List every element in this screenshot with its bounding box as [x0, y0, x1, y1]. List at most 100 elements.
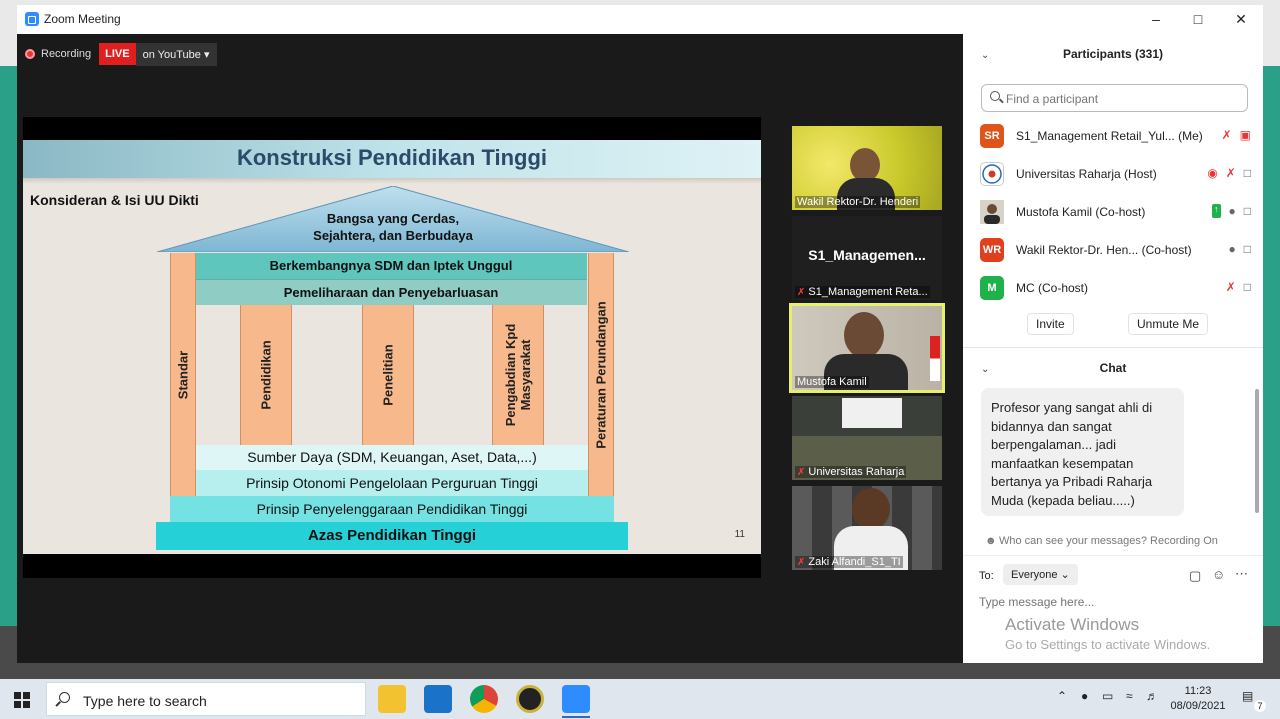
- file-icon[interactable]: ▢: [1189, 568, 1201, 584]
- activate-windows-subtitle: Go to Settings to activate Windows.: [1005, 637, 1211, 652]
- who-can-see-link[interactable]: Who can see your messages? Recording On: [999, 535, 1218, 547]
- recording-label: Recording: [41, 48, 92, 60]
- person-head: [852, 488, 890, 530]
- taskbar-search[interactable]: Type here to search: [46, 682, 366, 716]
- video-tile-henderi[interactable]: Wakil Rektor-Dr. Henderi: [792, 126, 942, 210]
- mail-icon[interactable]: [424, 685, 452, 713]
- participant-status-icons: ✗ ▣: [1222, 128, 1251, 142]
- pillar-pendidikan-label: Pendidikan: [258, 340, 274, 410]
- emoji-icon[interactable]: ☺: [1212, 567, 1225, 582]
- volume-icon[interactable]: ♬: [1146, 689, 1158, 703]
- video-footer-name: Zaki Alfandi_S1_TI: [808, 556, 901, 568]
- participant-row[interactable]: M MC (Co-host) ✗ □: [980, 275, 1255, 301]
- pillar-penelitian: Penelitian: [362, 305, 414, 445]
- video-icon: □: [1243, 204, 1251, 218]
- chat-input[interactable]: [979, 595, 1239, 609]
- more-icon[interactable]: ⋯: [1235, 566, 1248, 582]
- minimize-button[interactable]: –: [1146, 9, 1166, 29]
- video-footer: ✗ Universitas Raharja: [795, 466, 907, 478]
- video-footer-name: Universitas Raharja: [808, 466, 905, 478]
- chat-message: Profesor yang sangat ahli di bidannya da…: [981, 388, 1184, 516]
- band-azas: Azas Pendidikan Tinggi: [156, 522, 628, 550]
- start-tile: [14, 701, 21, 708]
- recording-bar: Recording LIVE on YouTube ▾: [25, 42, 217, 66]
- mic-icon: ●: [1228, 242, 1236, 256]
- participant-row[interactable]: Mustofa Kamil (Co-host) ↑ ● □: [980, 199, 1255, 225]
- participant-row[interactable]: Universitas Raharja (Host) ◉ ✗ □: [980, 161, 1255, 187]
- invite-button[interactable]: Invite: [1027, 313, 1074, 335]
- person-head: [844, 312, 884, 358]
- participant-search[interactable]: [981, 84, 1248, 112]
- band-sumber-daya: Sumber Daya (SDM, Keuangan, Aset, Data,.…: [196, 445, 588, 470]
- video-tile-mustofa[interactable]: Mustofa Kamil: [789, 303, 945, 393]
- slide-title: Konstruksi Pendidikan Tinggi: [236, 145, 548, 170]
- participants-header: Participants (331): [1062, 47, 1164, 61]
- wifi-icon[interactable]: ≈: [1126, 689, 1133, 703]
- participant-row[interactable]: WR Wakil Rektor-Dr. Hen... (Co-host) ● □: [980, 237, 1255, 263]
- clock-date: 08/09/2021: [1170, 700, 1226, 712]
- pillar-standar-label: Standar: [175, 350, 191, 399]
- band-pemeliharaan: Pemeliharaan dan Penyebarluasan: [195, 279, 587, 305]
- participant-role: (Me): [1178, 129, 1203, 143]
- participant-name: Wakil Rektor-Dr. Hen... (Co-host): [1016, 243, 1192, 257]
- pillar-peraturan-label: Peraturan Perundangan: [593, 300, 609, 449]
- start-tile: [23, 692, 30, 699]
- recording-dot-icon: ◉: [1207, 166, 1218, 180]
- pillar-pengabdian-label: Pengabdian Kpd Masyarakat: [503, 324, 533, 427]
- participant-search-input[interactable]: [1006, 92, 1236, 106]
- video-tile-zaki[interactable]: ✗ Zaki Alfandi_S1_TI: [792, 486, 942, 570]
- video-name: Wakil Rektor-Dr. Henderi: [795, 196, 921, 208]
- avatar: WR: [980, 238, 1004, 262]
- chrome-icon[interactable]: [470, 685, 498, 713]
- chat-scrollbar[interactable]: [1255, 389, 1259, 513]
- band-prinsip-otonomi: Prinsip Otonomi Pengelolaan Perguruan Ti…: [196, 470, 588, 496]
- notifications-icon[interactable]: ▤: [1242, 689, 1253, 703]
- participant-row[interactable]: SR S1_Management Retail_Yul... (Me) ✗ ▣: [980, 123, 1255, 149]
- file-explorer-icon[interactable]: [378, 685, 406, 713]
- windows-start-icon[interactable]: [14, 692, 30, 708]
- video-tile-s1-management[interactable]: S1_Managemen... ✗ S1_Management Reta...: [792, 216, 942, 300]
- youtube-dropdown[interactable]: on YouTube ▾: [135, 42, 217, 66]
- search-icon: [990, 91, 1000, 101]
- pillar-penelitian-label: Penelitian: [380, 344, 396, 406]
- start-tile: [14, 692, 21, 699]
- pillar-standar: Standar: [170, 253, 196, 496]
- divider: [963, 555, 1263, 556]
- desktop-edge-left: [0, 66, 17, 626]
- search-icon: [59, 692, 70, 703]
- mic-muted-icon: ✗: [1225, 166, 1236, 180]
- video-placeholder-name: S1_Managemen...: [808, 247, 926, 263]
- start-tile: [23, 701, 30, 708]
- shared-screen: Konstruksi Pendidikan Tinggi Konsideran …: [23, 117, 761, 578]
- mic-icon: ●: [1228, 204, 1236, 218]
- battery-icon[interactable]: ▭: [1102, 689, 1113, 703]
- avatar: [980, 162, 1004, 186]
- roof-line-2: Sejahtera, dan Berbudaya: [313, 228, 473, 243]
- video-footer: ✗ S1_Management Reta...: [795, 286, 930, 298]
- user-photo-icon: [980, 200, 1004, 224]
- video-name: Mustofa Kamil: [795, 376, 869, 388]
- live-badge: LIVE: [99, 43, 136, 65]
- tray-chevron-icon[interactable]: ⌃: [1057, 689, 1067, 703]
- participant-name: Mustofa Kamil (Co-host): [1016, 205, 1146, 219]
- participant-name-text: S1_Management Retail_Yul...: [1016, 129, 1175, 143]
- clock[interactable]: 11:23 08/09/2021: [1170, 684, 1226, 714]
- video-tile-universitas[interactable]: ✗ Universitas Raharja: [792, 396, 942, 480]
- avatar: SR: [980, 124, 1004, 148]
- video-footer-name: S1_Management Reta...: [808, 286, 928, 298]
- muted-mic-icon: ✗: [797, 287, 806, 298]
- microphone-icon[interactable]: ●: [1081, 689, 1088, 703]
- app-icon[interactable]: [516, 685, 544, 713]
- avatar: [980, 200, 1004, 224]
- close-button[interactable]: ✕: [1231, 9, 1251, 29]
- participant-name-text: Wakil Rektor-Dr. Hen...: [1016, 243, 1139, 257]
- slide-page-number: 11: [734, 529, 745, 540]
- clock-time: 11:23: [1184, 685, 1212, 697]
- participant-name: Universitas Raharja (Host): [1016, 167, 1157, 181]
- video-icon: □: [1243, 280, 1251, 294]
- participant-status-icons: ↑ ● □: [1212, 204, 1251, 218]
- unmute-me-button[interactable]: Unmute Me: [1128, 313, 1209, 335]
- recipient-dropdown[interactable]: Everyone ⌄: [1003, 564, 1078, 585]
- zoom-taskbar-icon[interactable]: [562, 685, 590, 713]
- maximize-button[interactable]: □: [1188, 9, 1208, 29]
